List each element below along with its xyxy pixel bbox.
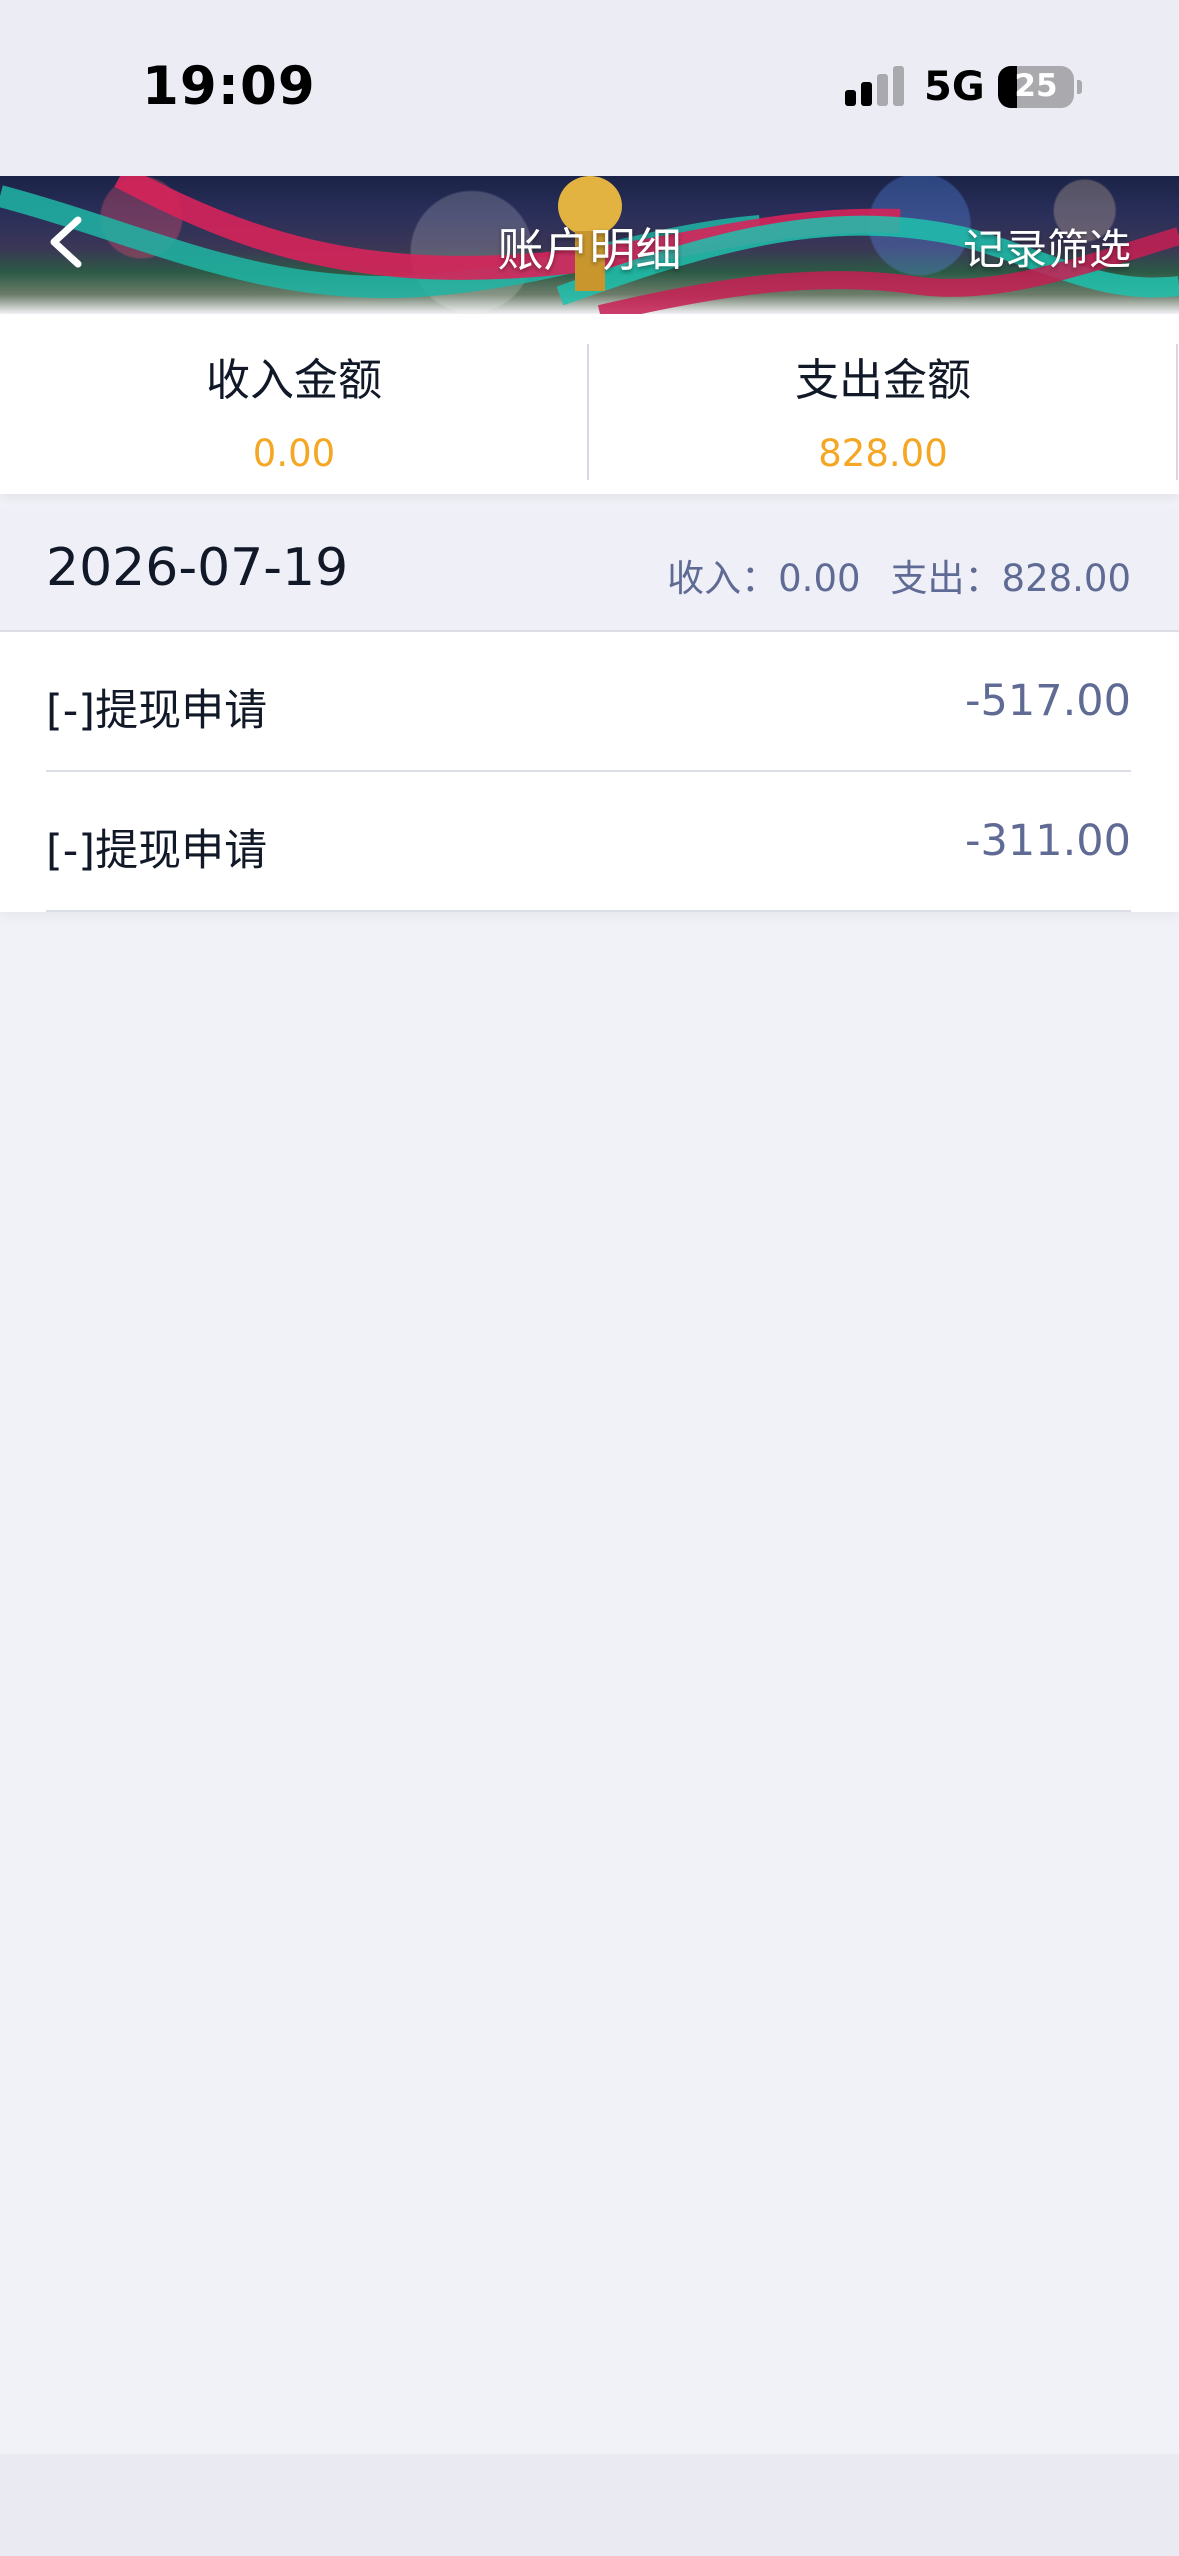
record-amount: -311.00 [965,816,1131,866]
signal-icon [845,66,905,106]
record-label: [-]提现申请 [46,686,268,736]
group-expense: 支出：828.00 [890,557,1131,600]
group-date: 2026-07-19 [46,538,349,598]
network-type: 5G [924,64,985,110]
nav-header: 账户明细 记录筛选 [0,176,1179,314]
income-label: 收入金额 [206,355,382,406]
row-divider [46,910,1131,912]
status-time: 19:09 [142,56,316,117]
home-indicator-area [0,2454,1179,2556]
expense-summary: 支出金额 828.00 [589,344,1177,475]
record-label: [-]提现申请 [46,826,268,876]
battery-percent: 25 [1014,68,1058,104]
status-bar: 19:09 5G 25 [0,0,1179,176]
record-amount: -517.00 [965,676,1131,726]
summary-right-divider [1176,344,1178,480]
filter-records-button[interactable]: 记录筛选 [963,216,1131,277]
list-item[interactable]: [-]提现申请 -311.00 [0,772,1179,912]
battery-cap [1077,80,1082,94]
income-summary: 收入金额 0.00 [0,344,588,475]
summary-panel: 收入金额 0.00 支出金额 828.00 [0,314,1179,494]
battery-icon: 25 [998,66,1074,108]
group-income: 收入：0.00 [667,557,861,600]
list-item[interactable]: [-]提现申请 -517.00 [0,632,1179,772]
expense-label: 支出金额 [795,355,971,406]
expense-value: 828.00 [818,432,948,475]
group-totals: 收入：0.00 支出：828.00 [667,548,1131,602]
income-value: 0.00 [252,432,336,475]
date-group-header: 2026-07-19 收入：0.00 支出：828.00 [0,508,1179,632]
records-list: [-]提现申请 -517.00 [-]提现申请 -311.00 [0,632,1179,912]
